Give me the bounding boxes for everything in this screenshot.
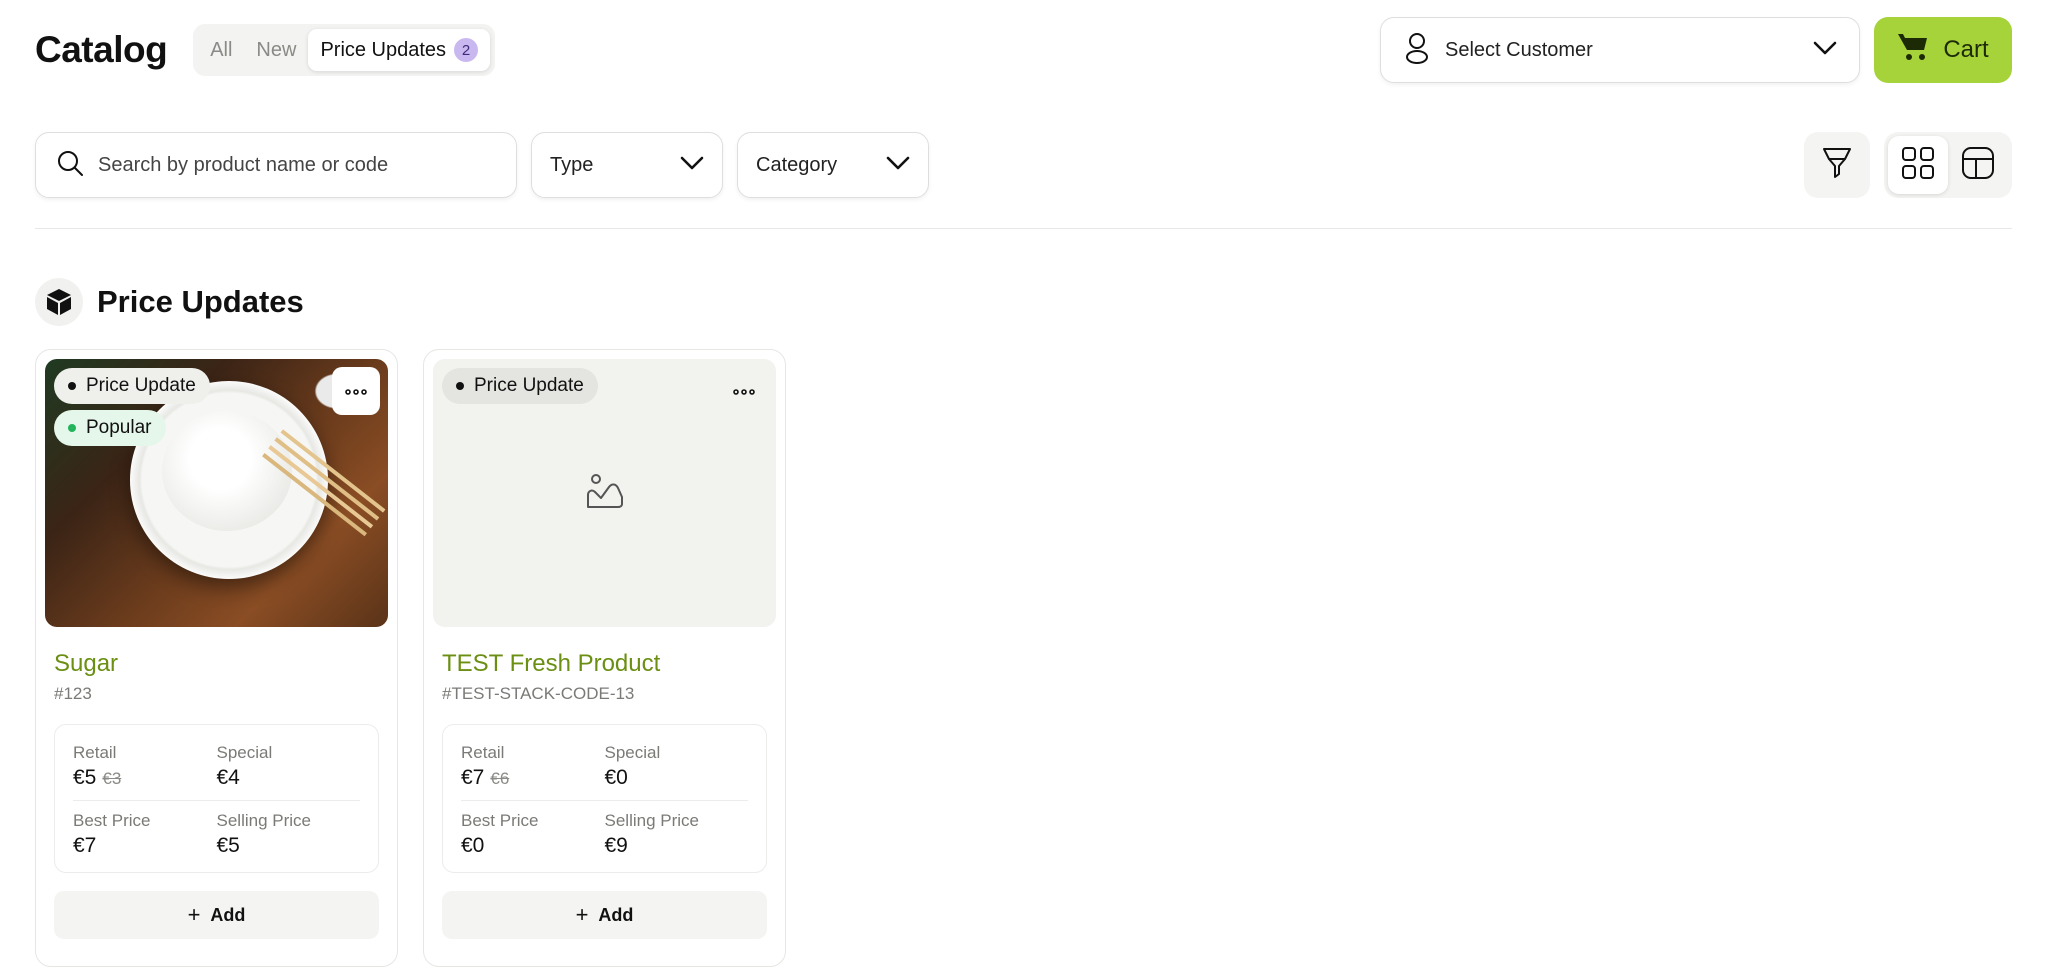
filter-bar: Type Category — [35, 131, 2012, 199]
box-icon — [35, 278, 83, 326]
special-label: Special — [604, 743, 661, 762]
price-table: Retail €5 €3 Special €4 Best Price €7 Sel… — [54, 724, 379, 873]
more-dots-icon — [733, 382, 755, 400]
grid-view-button[interactable] — [1888, 136, 1948, 194]
image-placeholder-icon — [585, 471, 625, 516]
tab-all[interactable]: All — [198, 29, 244, 71]
product-image: Price Update Popular — [45, 359, 388, 627]
product-card[interactable]: Price Update TEST Fresh Product #TEST-ST… — [423, 349, 786, 967]
retail-price: €5 — [73, 766, 97, 789]
selling-price: €5 — [216, 834, 240, 857]
special-price: €0 — [604, 766, 628, 789]
product-name[interactable]: TEST Fresh Product — [442, 650, 767, 678]
layout-view-button[interactable] — [1948, 136, 2008, 194]
retail-label: Retail — [461, 743, 505, 762]
filter-icon — [1821, 146, 1853, 185]
cart-label: Cart — [1943, 36, 1989, 63]
chevron-down-icon — [886, 156, 910, 175]
retail-label: Retail — [73, 743, 117, 762]
selling-price: €9 — [604, 834, 628, 857]
price-update-badge: Price Update — [54, 368, 210, 404]
tab-price-updates[interactable]: Price Updates 2 — [308, 29, 491, 71]
retail-price: €7 — [461, 766, 485, 789]
type-dropdown[interactable]: Type — [531, 132, 723, 198]
category-dropdown[interactable]: Category — [737, 132, 929, 198]
price-update-badge: Price Update — [442, 368, 598, 404]
type-dropdown-label: Type — [550, 153, 594, 176]
tab-count-badge: 2 — [454, 38, 479, 62]
more-options-button[interactable] — [720, 367, 768, 415]
search-icon — [56, 149, 84, 182]
chevron-down-icon — [680, 156, 704, 175]
view-toggle — [1884, 132, 2012, 198]
add-button[interactable]: + Add — [54, 891, 379, 939]
product-image-placeholder: Price Update — [433, 359, 776, 627]
product-code: #TEST-STACK-CODE-13 — [442, 684, 635, 703]
special-price: €4 — [216, 766, 240, 789]
best-price-label: Best Price — [73, 811, 151, 830]
add-button[interactable]: + Add — [442, 891, 767, 939]
best-price: €0 — [461, 834, 485, 857]
page-title: Catalog — [35, 29, 168, 70]
section-title: Price Updates — [97, 284, 304, 319]
badge-stack: Price Update — [442, 368, 598, 404]
price-table: Retail €7 €6 Special €0 Best Price €0 Sel… — [442, 724, 767, 873]
plus-icon: + — [575, 902, 589, 927]
product-name[interactable]: Sugar — [54, 650, 379, 678]
product-card[interactable]: Price Update Popular Sugar #123 Retail €… — [35, 349, 398, 967]
add-label: Add — [210, 904, 246, 925]
section-header: Price Updates — [35, 278, 304, 326]
selling-price-label: Selling Price — [604, 811, 700, 830]
chevron-down-icon — [1813, 41, 1837, 60]
more-options-button[interactable] — [332, 367, 380, 415]
search-input[interactable] — [98, 153, 496, 177]
customer-select[interactable]: Select Customer — [1380, 17, 1860, 83]
plus-icon: + — [187, 902, 201, 927]
retail-old-price: €3 — [102, 769, 122, 788]
best-price-label: Best Price — [461, 811, 539, 830]
divider — [35, 228, 2012, 229]
more-dots-icon — [345, 382, 367, 400]
retail-old-price: €6 — [490, 769, 510, 788]
badge-stack: Price Update Popular — [54, 368, 210, 446]
header: Catalog All New Price Updates 2 Select C… — [35, 17, 2012, 83]
category-dropdown-label: Category — [756, 153, 838, 176]
add-label: Add — [598, 904, 634, 925]
tab-new[interactable]: New — [244, 29, 308, 71]
layout-view-icon — [1961, 146, 1995, 185]
customer-select-label: Select Customer — [1445, 38, 1593, 61]
grid-view-icon — [1901, 146, 1935, 185]
popular-badge: Popular — [54, 410, 166, 446]
user-icon — [1403, 31, 1431, 70]
tab-price-updates-label: Price Updates — [320, 38, 447, 61]
cart-icon — [1897, 32, 1929, 69]
special-label: Special — [216, 743, 273, 762]
search-box — [35, 132, 517, 198]
product-code: #123 — [54, 684, 92, 703]
selling-price-label: Selling Price — [216, 811, 312, 830]
filter-button[interactable] — [1804, 132, 1870, 198]
best-price: €7 — [73, 834, 97, 857]
cart-button[interactable]: Cart — [1874, 17, 2012, 83]
catalog-tabs: All New Price Updates 2 — [193, 24, 496, 76]
product-grid: Price Update Popular Sugar #123 Retail €… — [35, 349, 811, 967]
